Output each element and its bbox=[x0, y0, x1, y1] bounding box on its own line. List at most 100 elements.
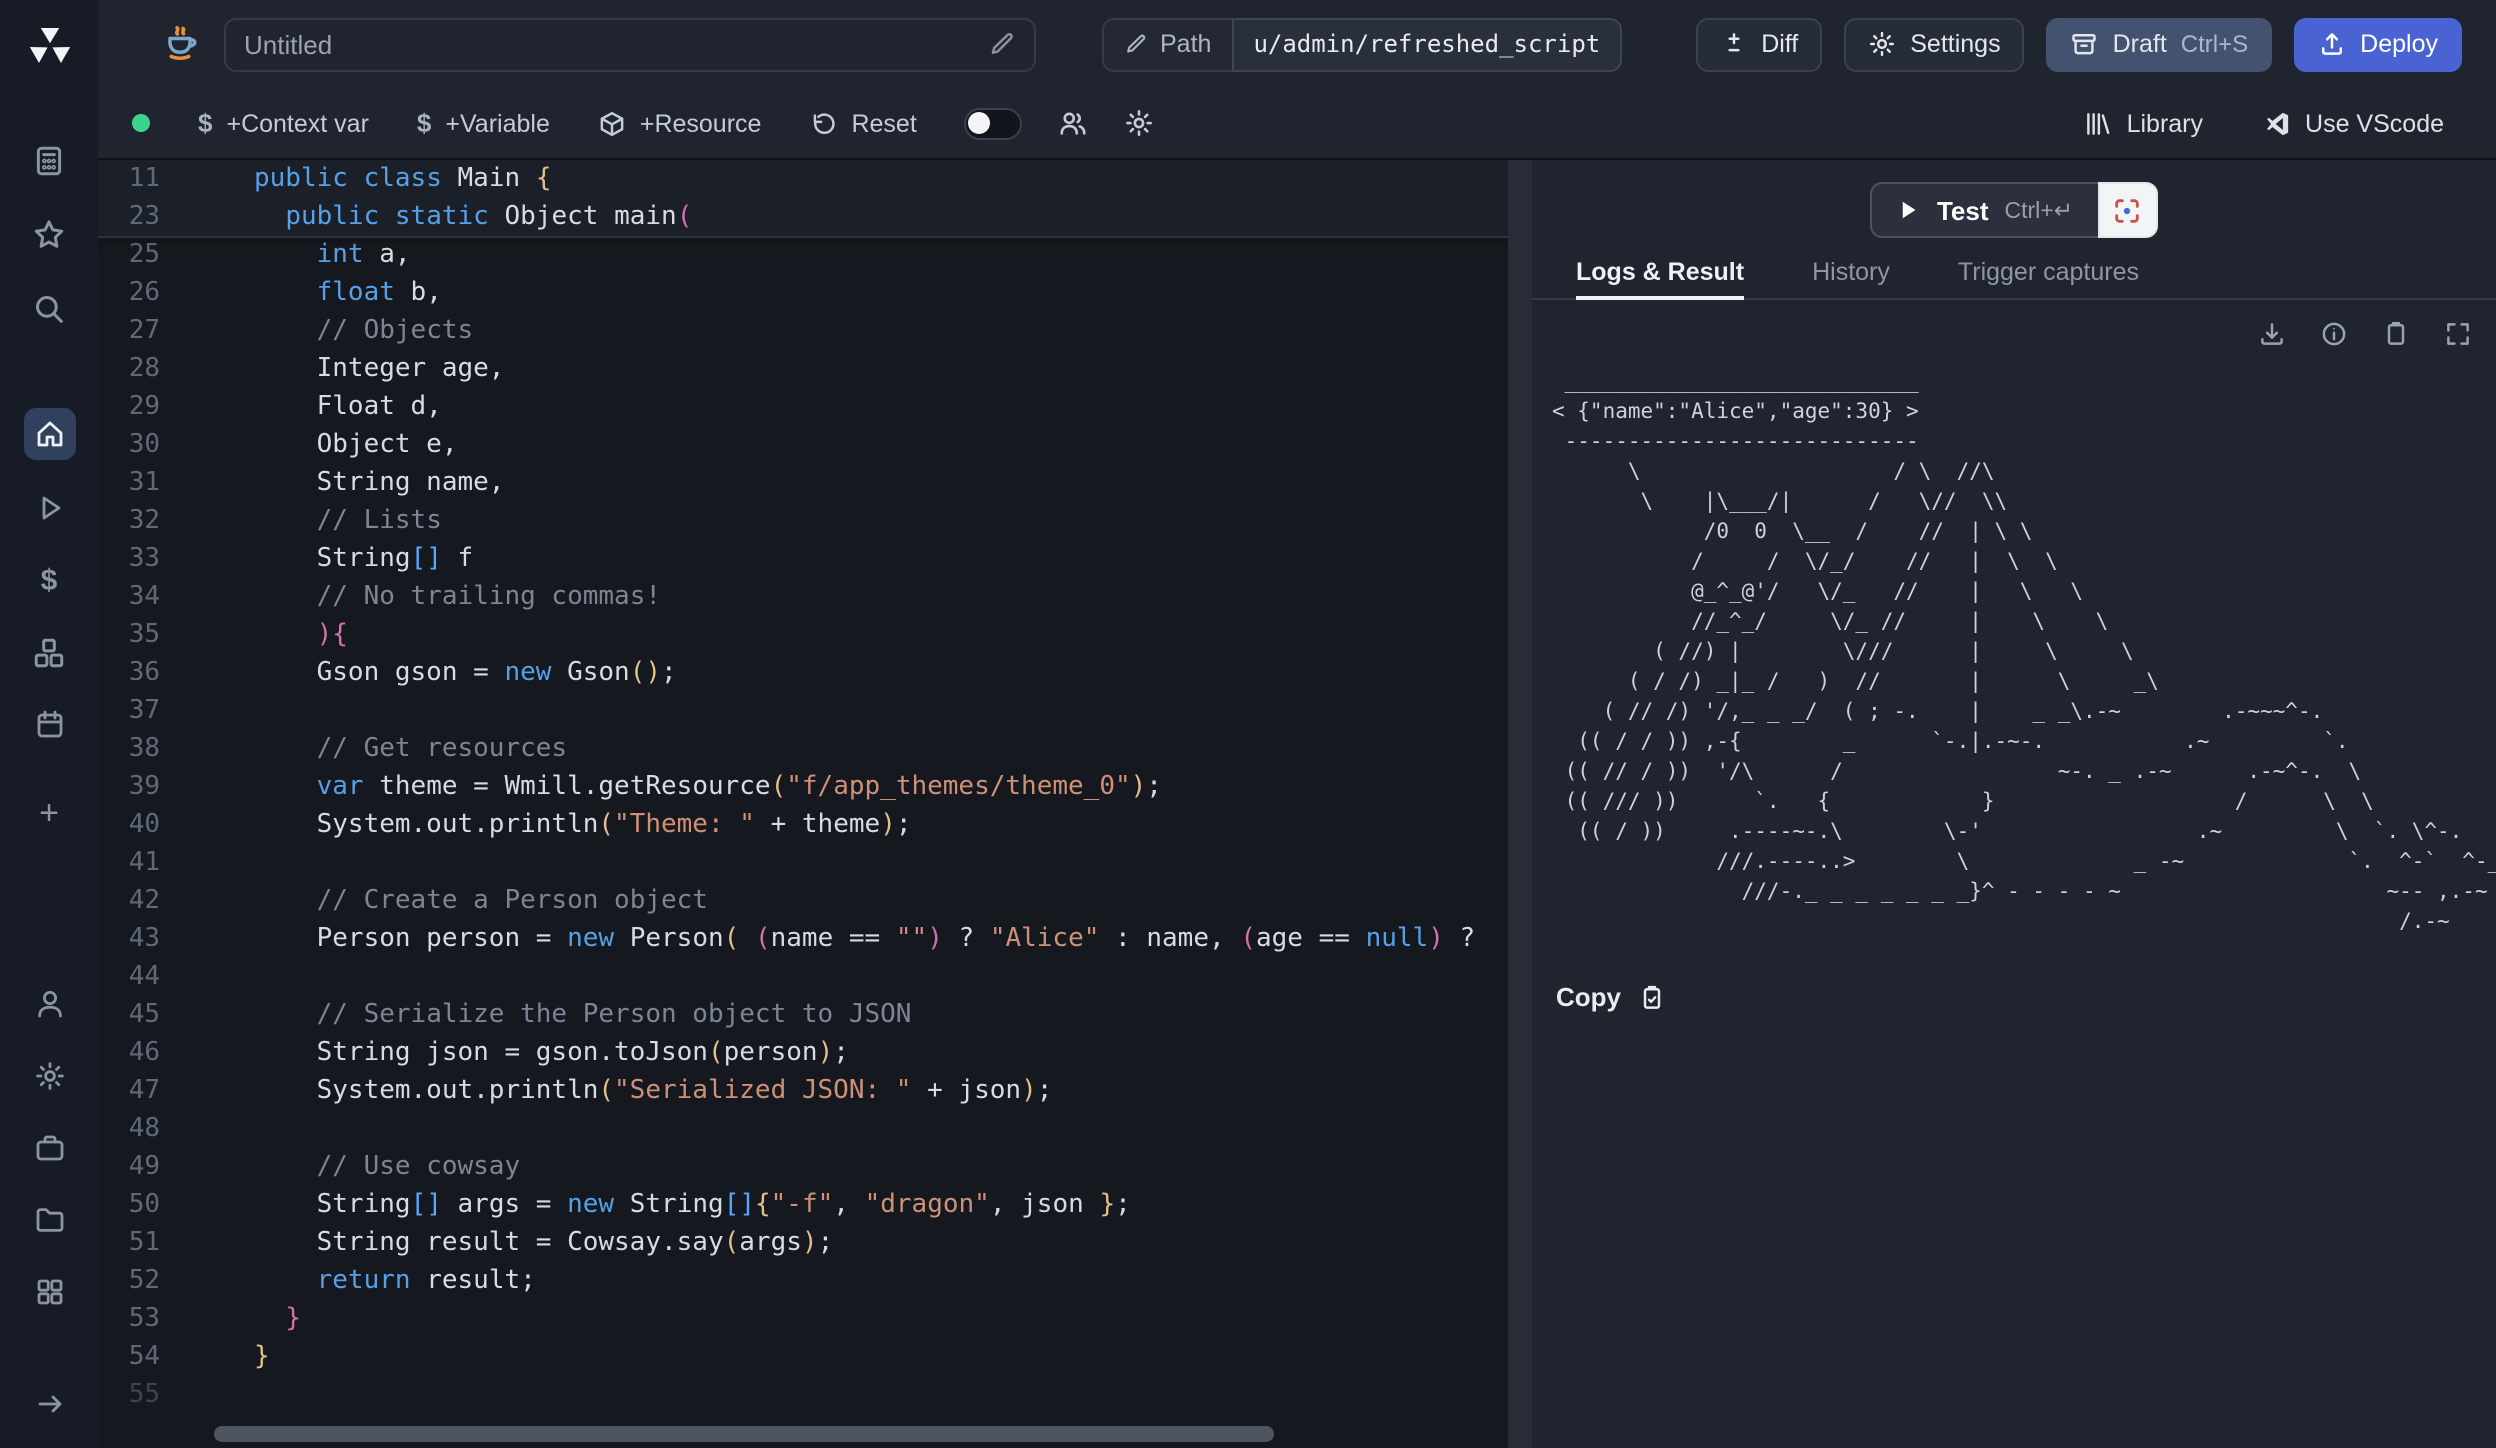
code-line: 43 Person person = new Person( (name == … bbox=[98, 920, 1508, 958]
briefcase-icon bbox=[33, 1132, 65, 1164]
result-tabs: Logs & Result History Trigger captures bbox=[1532, 256, 2496, 300]
script-title-field[interactable]: Untitled bbox=[224, 17, 1036, 71]
code-line: 25 int a, bbox=[98, 236, 1508, 274]
info-icon bbox=[2320, 320, 2348, 348]
tab-history[interactable]: History bbox=[1812, 258, 1890, 298]
library-button[interactable]: Library bbox=[2085, 109, 2203, 137]
tab-logs-result[interactable]: Logs & Result bbox=[1576, 258, 1744, 298]
code-line: 50 String[] args = new String[]{"-f", "d… bbox=[98, 1186, 1508, 1224]
gear-icon bbox=[1125, 108, 1155, 138]
sidebar-item-schedules[interactable] bbox=[0, 696, 98, 752]
multiplayer-button[interactable] bbox=[1059, 108, 1089, 138]
draft-shortcut: Ctrl+S bbox=[2181, 30, 2248, 58]
settings-button[interactable]: Settings bbox=[1844, 17, 2024, 71]
sidebar-item-favorites[interactable] bbox=[0, 206, 98, 262]
path-value-field[interactable]: u/admin/refreshed_script bbox=[1231, 17, 1622, 71]
code-line: 39 var theme = Wmill.getResource("f/app_… bbox=[98, 768, 1508, 806]
sidebar-item-resources[interactable] bbox=[0, 624, 98, 680]
sidebar-item-account[interactable] bbox=[0, 976, 98, 1032]
sidebar-item-variables[interactable]: $ bbox=[0, 552, 98, 608]
vscode-icon bbox=[2263, 109, 2291, 137]
editor-settings-button[interactable] bbox=[1125, 108, 1155, 138]
calendar-icon bbox=[33, 708, 65, 740]
users-icon bbox=[1059, 108, 1089, 138]
capture-button[interactable] bbox=[2097, 182, 2157, 238]
diff-button[interactable]: Diff bbox=[1695, 17, 1822, 71]
windmill-logo-icon[interactable] bbox=[0, 16, 98, 76]
maximize-icon bbox=[2444, 320, 2472, 348]
sidebar-item-apps[interactable] bbox=[0, 132, 98, 188]
clipboard-copy-icon bbox=[1637, 983, 1665, 1011]
code-line: 32 // Lists bbox=[98, 502, 1508, 540]
sidebar-item-runs[interactable] bbox=[0, 480, 98, 536]
code-line: 51 String result = Cowsay.say(args); bbox=[98, 1224, 1508, 1262]
dollar-icon: $ bbox=[417, 108, 431, 138]
plus-icon: + bbox=[39, 795, 59, 829]
sticky-lines: 11public class Main {23 public static Ob… bbox=[98, 160, 1508, 238]
code-line: 55 bbox=[98, 1376, 1508, 1414]
code-line: 40 System.out.println("Theme: " + theme)… bbox=[98, 806, 1508, 844]
sidebar-item-workers[interactable] bbox=[0, 1120, 98, 1176]
download-icon bbox=[2258, 320, 2286, 348]
code-line: 23 public static Object main( bbox=[98, 198, 1508, 236]
diff-label: Diff bbox=[1761, 30, 1798, 58]
code-line: 53 } bbox=[98, 1300, 1508, 1338]
reset-label: Reset bbox=[851, 109, 916, 137]
editor-toolbar: $ +Context var $ +Variable +Resource Res… bbox=[98, 88, 2496, 160]
path-edit-button[interactable]: Path bbox=[1102, 17, 1231, 71]
save-draft-button[interactable]: Draft Ctrl+S bbox=[2047, 17, 2273, 71]
clipboard-icon bbox=[2382, 320, 2410, 348]
test-label: Test bbox=[1937, 195, 1989, 225]
code-line: 52 return result; bbox=[98, 1262, 1508, 1300]
code-line: 30 Object e, bbox=[98, 426, 1508, 464]
copy-label: Copy bbox=[1556, 982, 1621, 1012]
sidebar-item-folders[interactable] bbox=[0, 1192, 98, 1248]
code-line: 26 float b, bbox=[98, 274, 1508, 312]
copy-result-button[interactable] bbox=[2382, 320, 2410, 348]
download-result-button[interactable] bbox=[2258, 320, 2286, 348]
code-line: 54} bbox=[98, 1338, 1508, 1376]
sidebar-expand-button[interactable] bbox=[0, 1376, 98, 1432]
sidebar-item-groups[interactable] bbox=[0, 1264, 98, 1320]
add-context-var-button[interactable]: $ +Context var bbox=[198, 108, 369, 138]
code-line: 45 // Serialize the Person object to JSO… bbox=[98, 996, 1508, 1034]
library-label: Library bbox=[2127, 109, 2203, 137]
add-variable-label: +Variable bbox=[445, 109, 549, 137]
pencil-icon[interactable] bbox=[988, 30, 1016, 58]
test-row: Test Ctrl+↵ bbox=[1532, 160, 2496, 256]
sidebar-item-add[interactable]: + bbox=[0, 784, 98, 840]
diff-icon bbox=[1719, 30, 1747, 58]
home-icon bbox=[33, 418, 65, 450]
result-panel: Test Ctrl+↵ Logs & Result History Trigger … bbox=[1532, 160, 2496, 1448]
archive-icon bbox=[2071, 30, 2099, 58]
code-line: 11public class Main { bbox=[98, 160, 1508, 198]
editor-horizontal-scrollbar[interactable] bbox=[214, 1426, 1274, 1442]
editor-panel-splitter[interactable] bbox=[1508, 160, 1532, 1448]
use-vscode-button[interactable]: Use VScode bbox=[2263, 109, 2444, 137]
editor-toggle[interactable] bbox=[965, 107, 1023, 139]
path-group: Path u/admin/refreshed_script bbox=[1102, 17, 1622, 71]
use-vscode-label: Use VScode bbox=[2305, 109, 2444, 137]
tab-trigger-captures[interactable]: Trigger captures bbox=[1958, 258, 2139, 298]
code-editor[interactable]: 11public class Main {23 public static Ob… bbox=[98, 160, 1508, 1448]
code-line: 34 // No trailing commas! bbox=[98, 578, 1508, 616]
code-line: 33 String[] f bbox=[98, 540, 1508, 578]
sidebar-item-settings[interactable] bbox=[0, 1048, 98, 1104]
copy-row[interactable]: Copy bbox=[1556, 982, 2496, 1012]
add-variable-button[interactable]: $ +Variable bbox=[417, 108, 550, 138]
test-button[interactable]: Test Ctrl+↵ bbox=[1871, 182, 2097, 238]
dollar-icon: $ bbox=[198, 108, 212, 138]
code-lines: 25 int a,26 float b,27 // Objects28 Inte… bbox=[98, 236, 1508, 1414]
sidebar-item-search[interactable] bbox=[0, 280, 98, 336]
add-resource-button[interactable]: +Resource bbox=[598, 109, 762, 137]
reset-button[interactable]: Reset bbox=[809, 109, 916, 137]
result-info-button[interactable] bbox=[2320, 320, 2348, 348]
user-icon bbox=[33, 988, 65, 1020]
result-output: ____________________________ < {"name":"… bbox=[1552, 368, 2496, 938]
deploy-button[interactable]: Deploy bbox=[2294, 17, 2462, 71]
expand-result-button[interactable] bbox=[2444, 320, 2472, 348]
code-line: 35 ){ bbox=[98, 616, 1508, 654]
library-icon bbox=[2085, 109, 2113, 137]
sidebar-item-home[interactable] bbox=[0, 406, 98, 462]
calculator-icon bbox=[32, 143, 66, 177]
